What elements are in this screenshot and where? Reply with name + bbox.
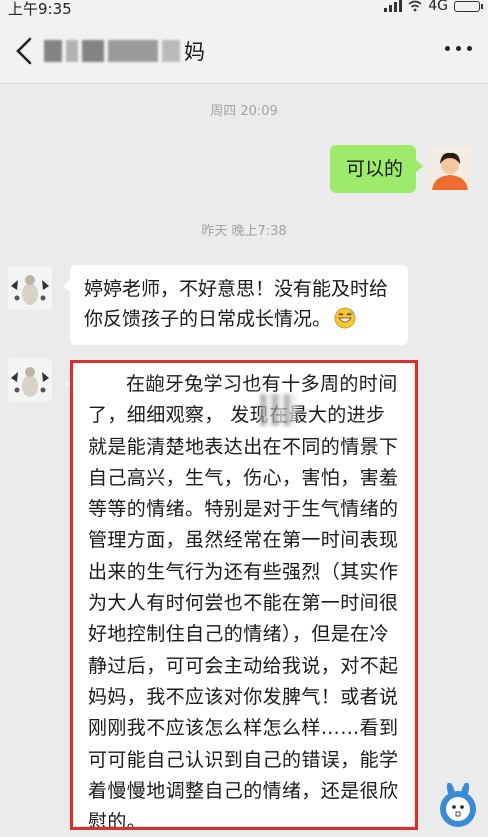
contact-name[interactable]: 妈 — [44, 36, 205, 66]
chevron-left-icon[interactable] — [12, 35, 40, 67]
network-type: 4G — [428, 0, 448, 14]
outgoing-message[interactable]: 可以的 — [330, 145, 423, 193]
chat-header: 妈 — [0, 18, 488, 84]
grinning-sweat-emoji — [334, 307, 356, 329]
incoming-message[interactable]: 婷婷老师，不好意思！没有能及时给你反馈孩子的日常成长情况。 — [63, 265, 408, 345]
bubble-tail — [415, 159, 423, 173]
avatar[interactable] — [8, 266, 52, 310]
redacted-block — [82, 40, 104, 62]
contact-name-text: 妈 — [184, 40, 205, 64]
status-icons: 4G — [384, 0, 483, 14]
message-text: 可以的 — [346, 158, 404, 180]
bubble-tail — [63, 279, 71, 293]
wifi-icon — [408, 0, 422, 12]
status-time: 上午9:35 — [8, 0, 72, 18]
redacted-block — [162, 40, 180, 62]
bubble-tail — [67, 377, 75, 391]
redacted-block — [66, 40, 78, 62]
bunny-logo — [440, 783, 476, 827]
redacted-block — [108, 40, 158, 62]
timestamp: 昨天 晚上7:38 — [201, 224, 287, 239]
more-dots-icon[interactable] — [445, 46, 472, 51]
avatar[interactable] — [8, 358, 52, 402]
incoming-message[interactable]: 在龅牙兔学习也有十多周的时间了，细细观察， 发现在最大的进步就是能清楚地表达出在… — [67, 363, 414, 833]
timestamp: 周四 20:09 — [210, 104, 278, 119]
battery-icon — [454, 0, 483, 12]
message-text: 在龅牙兔学习也有十多周的时间了，细细观察， 发现在最大的进步就是能清楚地表达出在… — [88, 373, 399, 834]
signal-icon — [384, 0, 403, 12]
status-bar: 上午9:35 4G — [0, 0, 488, 18]
redacted-block — [44, 40, 62, 62]
redacted-block — [260, 394, 296, 426]
avatar[interactable] — [428, 146, 472, 190]
